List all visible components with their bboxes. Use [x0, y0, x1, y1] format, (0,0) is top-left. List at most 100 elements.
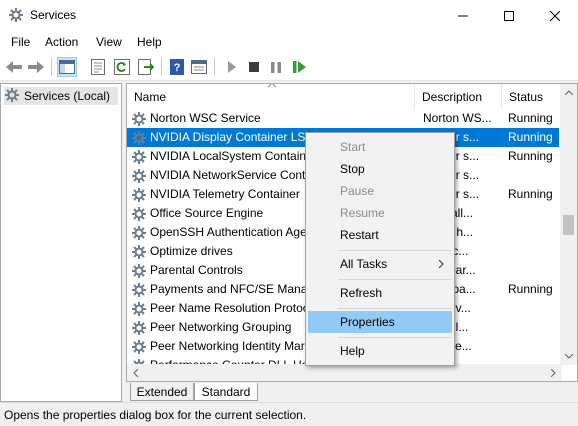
menu-item-pause[interactable]: Pause	[308, 180, 452, 202]
service-name: NVIDIA Display Container LS	[150, 130, 306, 144]
service-name-cell: NVIDIA NetworkService Conta	[131, 166, 307, 185]
status-text: Opens the properties dialog box for the …	[4, 408, 307, 422]
scroll-down-arrow-icon[interactable]	[560, 348, 577, 365]
service-gear-icon	[131, 149, 147, 165]
horizontal-scrollbar[interactable]	[127, 364, 562, 381]
service-gear-icon	[131, 339, 147, 355]
window-title: Services	[30, 8, 77, 22]
restart-service-icon[interactable]	[290, 57, 310, 77]
table-row[interactable]: Norton WSC Service Norton WS... Running	[127, 109, 559, 128]
column-header-description[interactable]: Description	[415, 84, 502, 109]
menu-action[interactable]: Action	[45, 35, 78, 49]
service-gear-icon	[131, 282, 147, 298]
menu-separator	[338, 279, 452, 280]
service-status	[508, 318, 560, 337]
services-gear-icon	[4, 87, 20, 106]
tab-extended-label: Extended	[136, 384, 188, 399]
menu-separator	[338, 308, 452, 309]
menu-item-properties[interactable]: Properties	[308, 311, 452, 333]
menu-view[interactable]: View	[96, 35, 122, 49]
column-header-name[interactable]: Name	[127, 84, 415, 109]
tab-extended[interactable]: Extended	[130, 383, 194, 401]
service-gear-icon	[131, 111, 147, 127]
column-header-status[interactable]: Status	[502, 84, 562, 109]
properties-sheet-icon[interactable]	[88, 57, 108, 77]
title-bar: Services	[0, 0, 578, 31]
tree-item-label: Services (Local)	[24, 89, 111, 103]
tab-standard-label: Standard	[201, 384, 251, 399]
service-gear-icon	[131, 320, 147, 336]
scroll-left-arrow-icon[interactable]	[127, 364, 144, 381]
menu-item-refresh[interactable]: Refresh	[308, 282, 452, 304]
service-name-cell: Optimize drives	[131, 242, 307, 261]
service-name: NVIDIA Telemetry Container	[150, 187, 300, 201]
service-name: Payments and NFC/SE Manag	[150, 282, 307, 296]
service-name: Peer Name Resolution Protoc	[150, 301, 307, 315]
column-header-status-label: Status	[509, 89, 544, 104]
service-gear-icon	[131, 301, 147, 317]
menu-item-start[interactable]: Start	[308, 136, 452, 158]
service-name: Peer Networking Grouping	[150, 320, 292, 334]
service-status	[508, 337, 560, 356]
service-name: NVIDIA NetworkService Conta	[150, 168, 307, 182]
menu-file[interactable]: File	[11, 35, 30, 49]
service-name: OpenSSH Authentication Age	[150, 225, 307, 239]
service-status	[508, 299, 560, 318]
service-name: Norton WSC Service	[150, 111, 261, 125]
service-status: Running	[508, 187, 553, 201]
close-button[interactable]	[532, 0, 578, 31]
sort-ascending-icon	[267, 84, 277, 88]
console-tree: Services (Local)	[0, 83, 122, 402]
scroll-right-arrow-icon[interactable]	[545, 364, 562, 381]
menu-item-all-tasks[interactable]: All Tasks	[308, 253, 452, 275]
service-gear-icon	[131, 187, 147, 203]
service-name-cell: Parental Controls	[131, 261, 307, 280]
column-header-name-label: Name	[134, 89, 167, 104]
tab-standard[interactable]: Standard	[194, 383, 258, 401]
service-description: Norton WS...	[423, 111, 492, 125]
menu-separator	[338, 250, 452, 251]
service-status	[508, 261, 560, 280]
service-gear-icon	[131, 225, 147, 241]
service-name-cell: OpenSSH Authentication Age	[131, 223, 307, 242]
minimize-button[interactable]	[440, 0, 486, 31]
menu-help[interactable]: Help	[137, 35, 162, 49]
service-status	[508, 242, 560, 261]
services-gear-icon	[8, 7, 24, 23]
submenu-arrow-icon	[439, 260, 444, 268]
show-action-pane-icon[interactable]	[189, 57, 209, 77]
menu-item-restart[interactable]: Restart	[308, 224, 452, 246]
start-service-icon[interactable]	[222, 57, 242, 77]
refresh-icon[interactable]	[112, 57, 132, 77]
menu-item-help[interactable]: Help	[308, 340, 452, 362]
tree-item-services-local[interactable]: Services (Local)	[4, 87, 118, 105]
service-name-cell: Peer Networking Grouping	[131, 318, 307, 337]
service-gear-icon	[131, 244, 147, 260]
export-list-icon[interactable]	[136, 57, 156, 77]
menu-item-all-tasks-label: All Tasks	[340, 257, 388, 271]
service-gear-icon	[131, 130, 147, 146]
vertical-scrollbar[interactable]	[560, 84, 577, 365]
forward-arrow-icon[interactable]	[26, 57, 46, 77]
service-status: Running	[508, 282, 553, 296]
show-hide-console-tree-icon[interactable]	[57, 57, 77, 77]
back-arrow-icon[interactable]	[4, 57, 24, 77]
pause-service-icon[interactable]	[266, 57, 286, 77]
maximize-button[interactable]	[486, 0, 532, 31]
menu-item-stop[interactable]: Stop	[308, 158, 452, 180]
svg-text:?: ?	[174, 62, 181, 74]
help-icon[interactable]: ?	[167, 57, 187, 77]
scroll-up-arrow-icon[interactable]	[560, 84, 577, 101]
service-gear-icon	[131, 206, 147, 222]
menu-item-resume[interactable]: Resume	[308, 202, 452, 224]
toolbar-separator	[51, 58, 52, 76]
service-status	[508, 204, 560, 223]
vertical-scroll-thumb[interactable]	[563, 215, 574, 235]
service-name: Optimize drives	[150, 244, 233, 258]
status-bar: Opens the properties dialog box for the …	[0, 402, 578, 426]
service-name-cell: NVIDIA LocalSystem Containe	[131, 147, 307, 166]
menu-separator	[338, 337, 452, 338]
stop-service-icon[interactable]	[244, 57, 264, 77]
service-name-cell: NVIDIA Telemetry Container	[131, 185, 307, 204]
service-name-cell: Norton WSC Service	[131, 109, 307, 128]
